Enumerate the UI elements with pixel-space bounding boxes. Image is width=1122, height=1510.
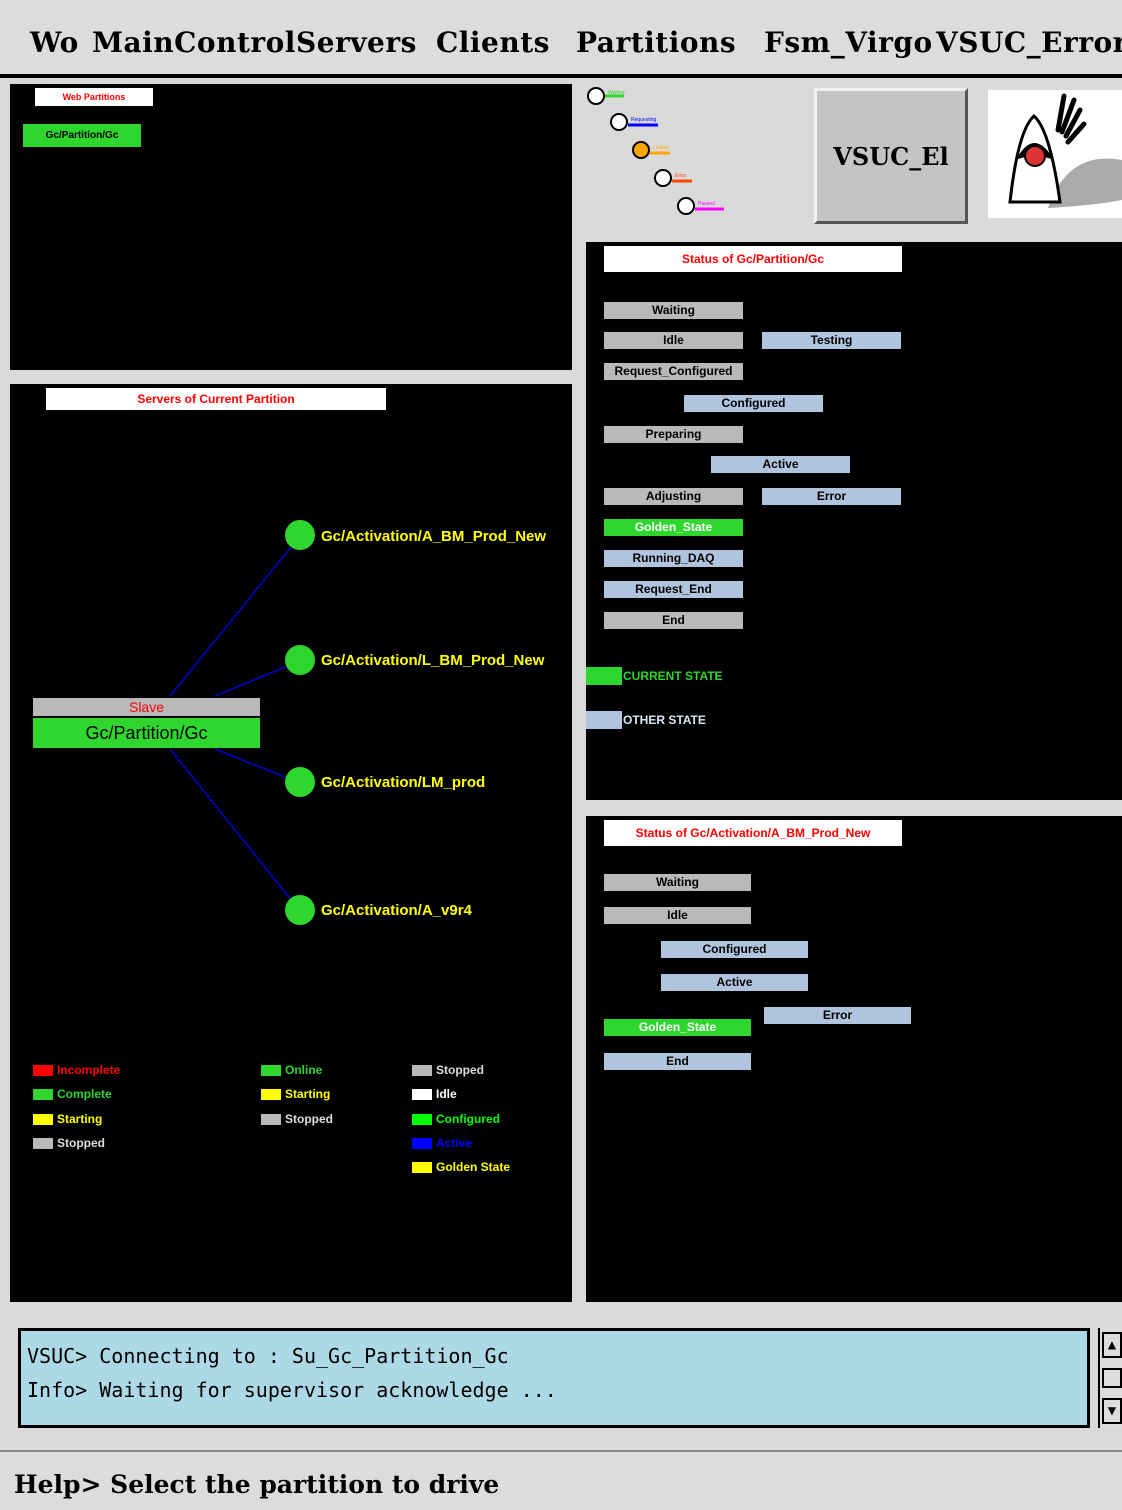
state-request-end: Request_End: [604, 581, 743, 598]
help-text: Help> Select the partition to drive: [14, 1470, 500, 1499]
menu-fsm-virgo[interactable]: Fsm_Virgo: [764, 26, 933, 59]
scroll-up-icon[interactable]: ▲: [1102, 1332, 1122, 1358]
server-node-label: Gc/Activation/LM_prod: [321, 774, 486, 791]
scroll-thumb[interactable]: [1102, 1368, 1122, 1388]
activation-status-panel: Status of Gc/Activation/A_BM_Prod_New Wa…: [586, 816, 1122, 1302]
state-active: Active: [661, 974, 808, 991]
server-node[interactable]: [285, 520, 315, 550]
console-scrollbar[interactable]: ▲ ▼: [1098, 1328, 1122, 1428]
menu-maincontrol[interactable]: MainControl: [92, 26, 296, 59]
legend-item: Starting: [261, 1087, 330, 1101]
fsm-state-circle: [587, 87, 605, 105]
state-error: Error: [762, 488, 901, 505]
current-state-label: CURRENT STATE: [623, 669, 723, 683]
state-golden-state: Golden_State: [604, 1019, 751, 1036]
console-line: VSUC> Connecting to : Su_Gc_Partition_Gc: [27, 1344, 509, 1368]
fsm-diagram-svg: [587, 87, 724, 215]
legend-item: Incomplete: [33, 1063, 120, 1077]
legend-item: Idle: [412, 1087, 457, 1101]
fsm-state-circle: [677, 197, 695, 215]
state-active: Active: [711, 456, 850, 473]
web-partitions-panel: Web Partitions Gc/Partition/Gc: [10, 84, 572, 370]
server-node[interactable]: [285, 895, 315, 925]
state-end: End: [604, 1053, 751, 1070]
server-node[interactable]: [285, 767, 315, 797]
state-waiting: Waiting: [604, 874, 751, 891]
legend-item: Starting: [33, 1112, 102, 1126]
state-request-configured: Request_Configured: [604, 363, 743, 380]
menu-servers[interactable]: Servers: [296, 26, 417, 59]
fsm-diagram: Waiting Requesting Locked Error Paused: [586, 84, 806, 230]
state-adjusting: Adjusting: [604, 488, 743, 505]
state-end: End: [604, 612, 743, 629]
server-node-label: Gc/Activation/A_v9r4: [321, 902, 472, 919]
vsuc-button[interactable]: VSUC_El: [814, 88, 968, 224]
console-line: Info> Waiting for supervisor acknowledge…: [27, 1378, 557, 1402]
partition-status-title: Status of Gc/Partition/Gc: [604, 246, 902, 272]
duke-mascot-icon: [1008, 93, 1122, 208]
partition-status-panel: Status of Gc/Partition/Gc Waiting Idle T…: [586, 242, 1122, 800]
legend-item: Configured: [412, 1112, 500, 1126]
state-golden-state: Golden_State: [604, 519, 743, 536]
duke-logo: [988, 90, 1122, 218]
legend-item: Golden State: [412, 1160, 510, 1174]
scroll-down-icon[interactable]: ▼: [1102, 1398, 1122, 1424]
state-configured: Configured: [684, 395, 823, 412]
menu-partitions[interactable]: Partitions: [576, 26, 736, 59]
master-node[interactable]: Gc/Partition/Gc: [33, 718, 260, 748]
fsm-label: Waiting: [608, 90, 625, 96]
servers-panel: Servers of Current Partition Slave Gc/Pa…: [10, 384, 572, 1302]
state-error: Error: [764, 1007, 911, 1024]
current-state-swatch: [586, 667, 622, 685]
other-state-label: OTHER STATE: [623, 713, 706, 727]
fsm-state-circle: [610, 113, 628, 131]
fsm-label: Paused: [698, 201, 715, 207]
legend-item: Stopped: [33, 1136, 105, 1150]
legend-item: Active: [412, 1136, 472, 1150]
help-bar: Help> Select the partition to drive: [0, 1450, 1122, 1510]
state-idle: Idle: [604, 907, 751, 924]
web-partitions-title: Web Partitions: [35, 88, 153, 106]
legend-item: Online: [261, 1063, 322, 1077]
other-state-swatch: [586, 711, 622, 729]
legend-item: Stopped: [261, 1112, 333, 1126]
legend-item: Complete: [33, 1087, 112, 1101]
partition-item[interactable]: Gc/Partition/Gc: [23, 124, 141, 147]
legend-item: Stopped: [412, 1063, 484, 1077]
menu-bar: Wo MainControl Servers Clients Partition…: [0, 0, 1122, 78]
state-idle: Idle: [604, 332, 743, 349]
server-node[interactable]: [285, 645, 315, 675]
state-configured: Configured: [661, 941, 808, 958]
menu-wo[interactable]: Wo: [30, 26, 79, 59]
menu-clients[interactable]: Clients: [436, 26, 550, 59]
state-waiting: Waiting: [604, 302, 743, 319]
fsm-state-circle: [632, 141, 650, 159]
state-running-daq: Running_DAQ: [604, 550, 743, 567]
fsm-label: Requesting: [631, 117, 657, 123]
master-role-label: Slave: [33, 698, 260, 716]
server-node-label: Gc/Activation/A_BM_Prod_New: [321, 528, 547, 545]
menu-vsuc-error[interactable]: VSUC_Error: [936, 26, 1122, 59]
state-preparing: Preparing: [604, 426, 743, 443]
console-output[interactable]: VSUC> Connecting to : Su_Gc_Partition_Gc…: [18, 1328, 1090, 1428]
state-testing: Testing: [762, 332, 901, 349]
activation-status-title: Status of Gc/Activation/A_BM_Prod_New: [604, 820, 902, 846]
server-node-label: Gc/Activation/L_BM_Prod_New: [321, 652, 545, 669]
fsm-state-circle: [654, 169, 672, 187]
fsm-label: Error: [675, 173, 687, 179]
fsm-label: Locked: [653, 145, 670, 151]
